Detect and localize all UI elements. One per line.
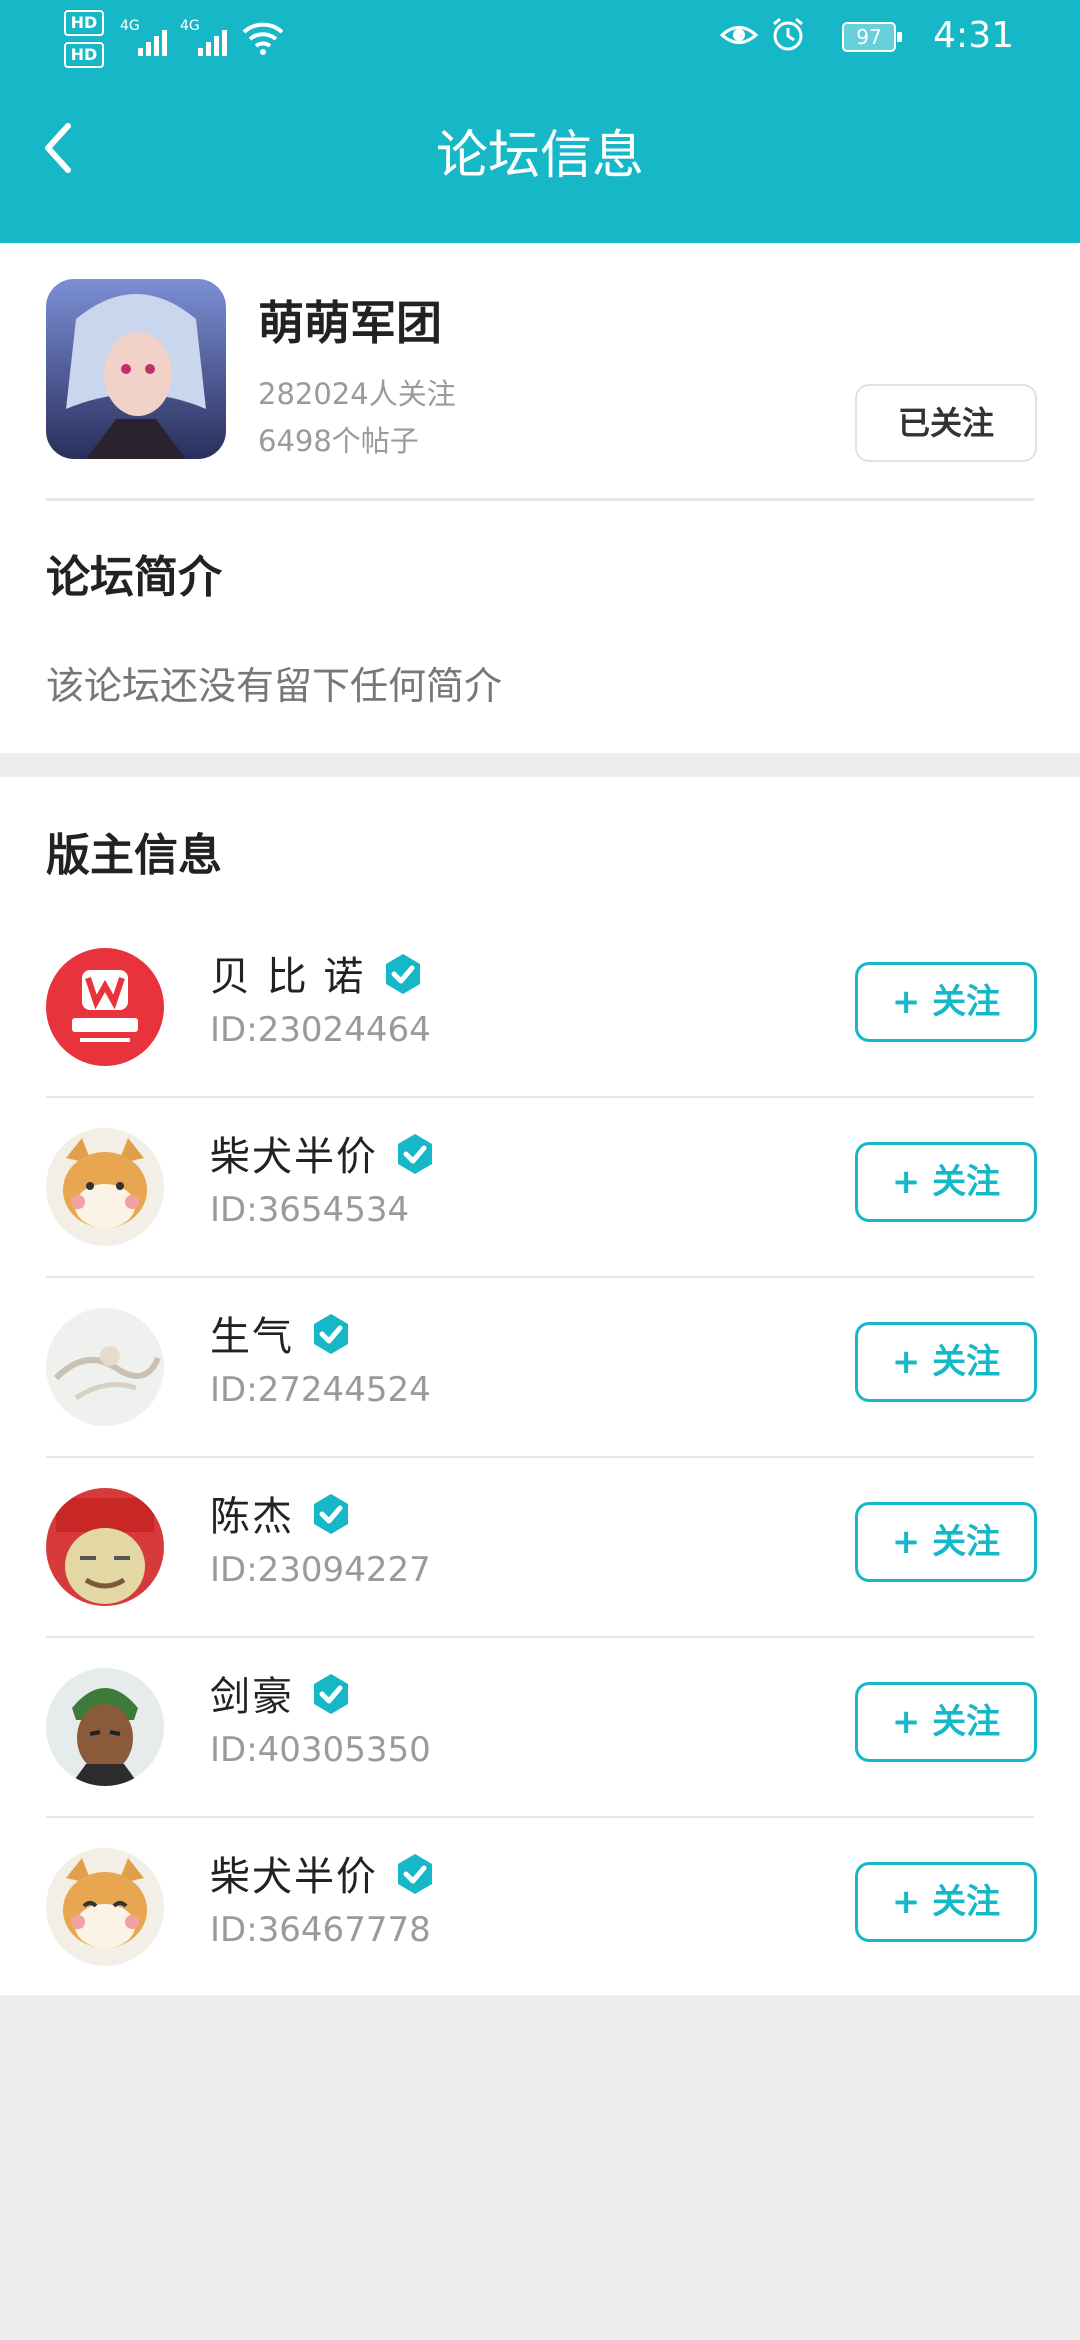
moderator-id: ID:23094227 [210, 1550, 431, 1590]
alarm-icon [773, 17, 803, 51]
eye-icon [720, 26, 758, 44]
avatar [46, 1128, 164, 1246]
moderator-name-wrap: 剑豪 [210, 1664, 353, 1724]
forum-avatar [46, 279, 226, 459]
divider [46, 498, 1034, 501]
moderators-card: 版主信息 贝 比 诺 ID:23024464 + 关注 柴犬半价 ID:3654… [0, 777, 1080, 1995]
signal-icon [138, 30, 167, 56]
moderators-section-title: 版主信息 [46, 830, 222, 881]
avatar [46, 1308, 164, 1426]
battery-icon: 97 [842, 22, 902, 52]
signal-icon [198, 30, 227, 56]
moderator-id: ID:3654534 [210, 1190, 410, 1230]
moderator-name: 剑豪 [210, 1674, 294, 1720]
avatar [46, 1668, 164, 1786]
moderator-id: ID:40305350 [210, 1730, 431, 1770]
moderator-name: 贝 比 诺 [210, 954, 366, 1000]
follow-button[interactable]: + 关注 [855, 962, 1037, 1042]
moderator-row[interactable]: 陈杰 ID:23094227 + 关注 [0, 1458, 1080, 1638]
intro-text: 该论坛还没有留下任何简介 [46, 664, 503, 708]
status-bar: HD HD 4G 4G 97 4:31 [0, 0, 1080, 75]
moderator-name: 柴犬半价 [210, 1134, 378, 1180]
moderator-id: ID:23024464 [210, 1010, 431, 1050]
avatar [46, 1488, 164, 1606]
follow-button[interactable]: + 关注 [855, 1322, 1037, 1402]
page-title: 论坛信息 [435, 126, 644, 186]
verified-badge-icon [314, 1314, 349, 1354]
verified-badge-icon [314, 1674, 349, 1714]
forum-info-card: 萌萌军团 282024人关注 6498个帖子 已关注 论坛简介 该论坛还没有留下… [0, 243, 1080, 753]
moderator-name-wrap: 柴犬半价 [210, 1844, 437, 1904]
followed-button[interactable]: 已关注 [855, 384, 1037, 462]
moderator-row[interactable]: 柴犬半价 ID:36467778 + 关注 [0, 1818, 1080, 1998]
forum-name: 萌萌军团 [258, 296, 442, 350]
follow-button[interactable]: + 关注 [855, 1142, 1037, 1222]
moderator-name: 柴犬半价 [210, 1854, 378, 1900]
follow-button[interactable]: + 关注 [855, 1502, 1037, 1582]
moderator-row[interactable]: 柴犬半价 ID:3654534 + 关注 [0, 1098, 1080, 1278]
moderator-name-wrap: 贝 比 诺 [210, 944, 425, 1004]
verified-badge-icon [314, 1494, 349, 1534]
moderator-row[interactable]: 贝 比 诺 ID:23024464 + 关注 [0, 918, 1080, 1098]
moderator-id: ID:27244524 [210, 1370, 431, 1410]
moderator-name-wrap: 生气 [210, 1304, 353, 1364]
moderator-name-wrap: 柴犬半价 [210, 1124, 437, 1184]
moderator-id: ID:36467778 [210, 1910, 431, 1950]
forum-follower-count: 282024人关注 [258, 377, 456, 411]
forum-post-count: 6498个帖子 [258, 424, 419, 458]
avatar [46, 1848, 164, 1966]
app-header: HD HD 4G 4G 97 4:31 论坛信息 [0, 0, 1080, 243]
intro-section-title: 论坛简介 [46, 552, 222, 603]
verified-badge-icon [398, 1134, 433, 1174]
moderator-row[interactable]: 生气 ID:27244524 + 关注 [0, 1278, 1080, 1458]
avatar [46, 948, 164, 1066]
verified-badge-icon [398, 1854, 433, 1894]
moderator-name: 陈杰 [210, 1494, 294, 1540]
wifi-icon [242, 22, 284, 55]
hd-badge-1: HD [64, 10, 104, 36]
moderator-name-wrap: 陈杰 [210, 1484, 353, 1544]
verified-badge-icon [385, 954, 420, 994]
follow-button[interactable]: + 关注 [855, 1682, 1037, 1762]
moderator-name: 生气 [210, 1314, 294, 1360]
hd-badge-2: HD [64, 42, 104, 68]
moderator-row[interactable]: 剑豪 ID:40305350 + 关注 [0, 1638, 1080, 1818]
follow-button[interactable]: + 关注 [855, 1862, 1037, 1942]
clock: 4:31 [933, 15, 1014, 56]
